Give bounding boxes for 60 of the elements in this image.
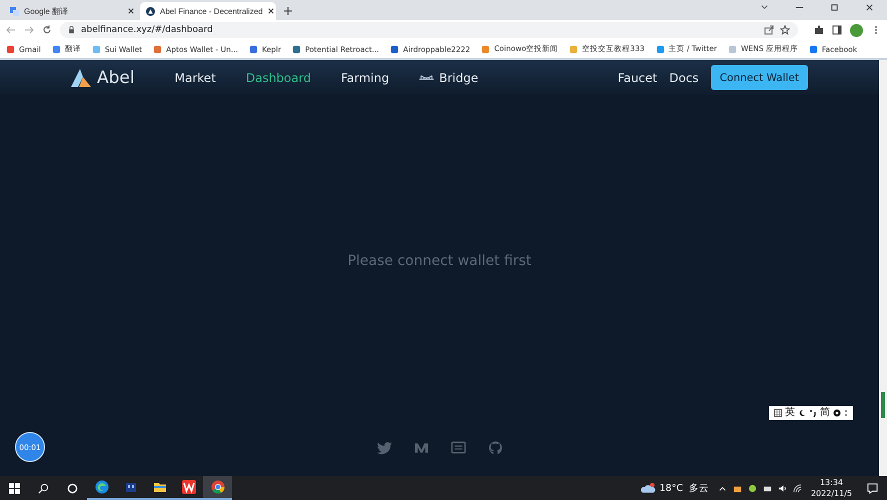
script-mode-text: 简	[820, 408, 830, 418]
nav-link[interactable]: Docs	[669, 70, 699, 84]
windows-start-icon[interactable]	[9, 482, 20, 494]
punctuation-icon	[809, 409, 817, 417]
chat-icon[interactable]	[450, 441, 466, 455]
speaker-icon[interactable]	[778, 484, 787, 492]
nav-link[interactable]: Market	[174, 70, 216, 84]
gear-icon	[833, 409, 841, 417]
weather-text[interactable]: 多云	[688, 482, 709, 494]
close-icon[interactable]	[865, 3, 874, 12]
notification-icon[interactable]	[867, 482, 878, 494]
folder-icon	[152, 480, 166, 494]
moon-icon	[798, 409, 806, 417]
logo-icon[interactable]	[71, 68, 91, 86]
new-tab-icon[interactable]	[284, 7, 292, 15]
avatar-icon[interactable]	[850, 24, 863, 36]
more-icon	[844, 409, 848, 417]
chevron-down-icon[interactable]	[760, 3, 769, 12]
address-bar[interactable]: abelfinance.xyz/#/dashboard	[60, 22, 798, 38]
empty-state-message: Please connect wallet first	[348, 252, 532, 268]
translate-icon	[10, 6, 19, 16]
temperature-text[interactable]: 18°C	[659, 482, 683, 494]
puzzle-icon[interactable]	[814, 25, 824, 35]
date-text: 2022/11/5	[810, 488, 852, 499]
wifi-icon[interactable]	[792, 484, 802, 492]
maximize-icon[interactable]	[830, 3, 839, 12]
twitter-icon[interactable]	[376, 441, 392, 455]
chrome-icon	[210, 480, 224, 494]
reload-icon[interactable]	[42, 25, 52, 35]
scrollbar[interactable]	[879, 60, 887, 476]
nav-link[interactable]: Faucet	[618, 70, 658, 84]
circle-icon[interactable]	[67, 482, 78, 494]
ime-toolbar[interactable]: 英 简	[769, 406, 853, 420]
close-icon[interactable]	[268, 8, 274, 14]
nav-link[interactable]: Dashboard	[246, 70, 311, 84]
time-text: 13:34	[820, 477, 844, 488]
clock[interactable]: 13:34 2022/11/5	[810, 477, 852, 499]
logo-icon	[146, 6, 155, 16]
nav-link[interactable]: Farming	[340, 70, 390, 84]
browser-tab[interactable]: Abel Finance - Decentralized	[140, 2, 276, 20]
search-icon[interactable]	[38, 482, 49, 494]
side-panel-icon[interactable]	[832, 25, 842, 35]
battery-icon[interactable]	[762, 484, 772, 492]
grid-icon	[774, 409, 782, 417]
bridge-icon	[419, 73, 434, 82]
star-icon[interactable]	[780, 25, 790, 35]
github-icon[interactable]	[488, 441, 502, 455]
app-icon	[124, 480, 138, 494]
input-mode-text: 英	[785, 408, 795, 418]
close-icon[interactable]	[128, 8, 134, 14]
lock-icon	[68, 26, 75, 34]
wave-icon	[94, 480, 108, 494]
cloud-icon[interactable]	[641, 482, 656, 494]
share-icon[interactable]	[764, 25, 774, 35]
browser-tab[interactable]: Google 翻译	[4, 2, 140, 20]
logo-text[interactable]: Abel	[97, 68, 135, 88]
nav-link[interactable]: Bridge	[419, 70, 478, 84]
medium-icon[interactable]	[414, 441, 428, 455]
connect-wallet-button[interactable]: Connect Wallet	[710, 65, 808, 90]
wps-icon	[182, 480, 196, 494]
